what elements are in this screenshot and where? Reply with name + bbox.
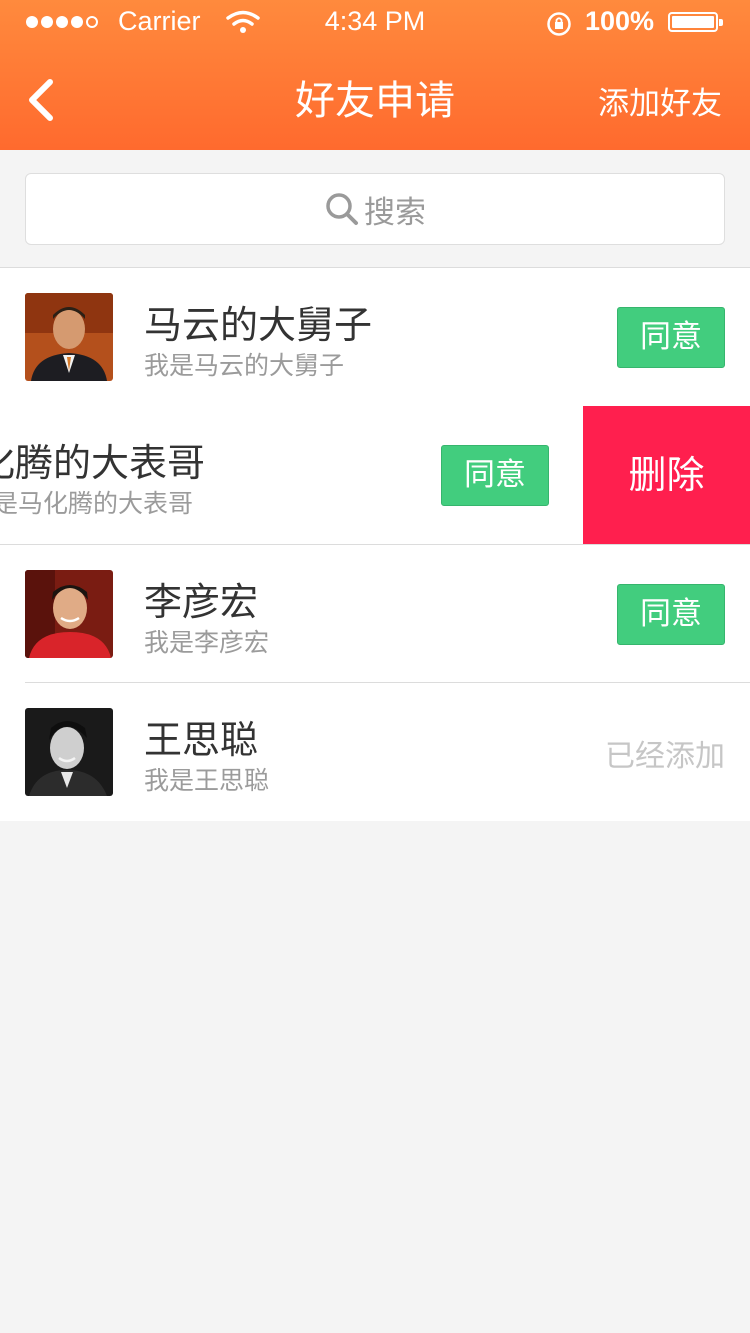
request-message: 我是王思聪	[144, 766, 270, 795]
search-icon	[326, 193, 358, 225]
status-bar: Carrier 4:34 PM 100%	[0, 0, 750, 46]
battery-icon	[668, 12, 723, 32]
added-status: 已经添加	[605, 739, 725, 774]
add-friend-button[interactable]: 添加好友	[598, 78, 722, 123]
avatar	[25, 708, 113, 796]
request-name: 马云的大舅子	[144, 303, 373, 347]
list-item[interactable]: 王思聪 我是王思聪 已经添加	[0, 683, 750, 821]
request-name: 李彦宏	[144, 580, 259, 624]
friend-request-list: 马云的大舅子 我是马云的大舅子 同意 删除 化腾的大表哥 是马化腾的大表哥 同意…	[0, 267, 750, 821]
list-item[interactable]: 李彦宏 我是李彦宏 同意	[0, 545, 750, 683]
search-placeholder: 搜索	[364, 194, 426, 231]
agree-button[interactable]: 同意	[617, 584, 725, 645]
list-item[interactable]: 删除 化腾的大表哥 是马化腾的大表哥 同意	[0, 406, 750, 544]
list-item[interactable]: 马云的大舅子 我是马云的大舅子 同意	[0, 268, 750, 406]
agree-button[interactable]: 同意	[441, 445, 549, 506]
rotation-lock-icon	[547, 12, 571, 36]
agree-button[interactable]: 同意	[617, 307, 725, 368]
avatar	[25, 570, 113, 658]
request-name: 王思聪	[144, 718, 259, 762]
avatar	[25, 293, 113, 381]
request-message: 我是马云的大舅子	[144, 351, 345, 380]
search-bar[interactable]: 搜索	[25, 173, 725, 245]
request-message: 我是李彦宏	[144, 628, 270, 657]
request-message: 是马化腾的大表哥	[0, 489, 194, 518]
delete-button[interactable]: 删除	[583, 406, 750, 544]
nav-header: Carrier 4:34 PM 100% 好友申请 添加好友	[0, 0, 750, 150]
battery-percent: 100%	[585, 6, 655, 36]
request-name: 化腾的大表哥	[0, 441, 206, 485]
